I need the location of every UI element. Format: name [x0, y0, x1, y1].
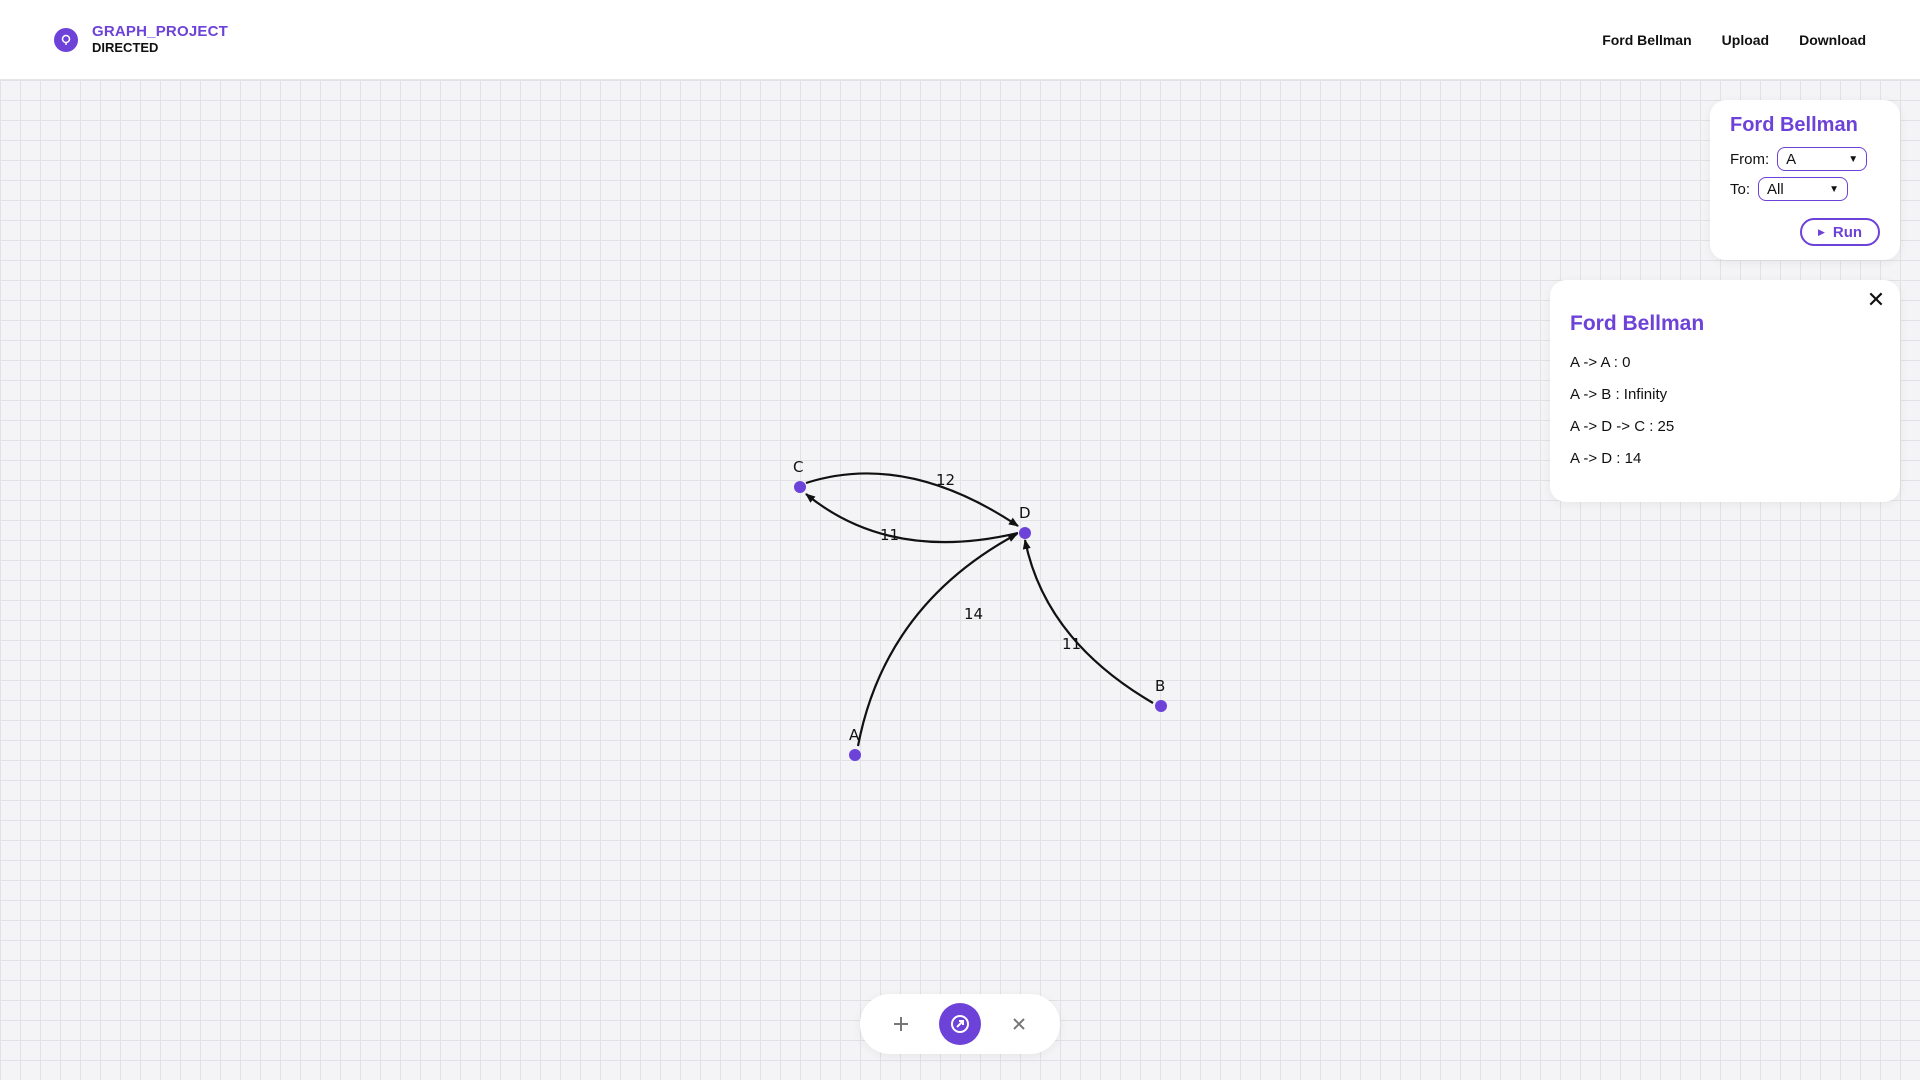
chevron-down-icon: ▼	[1829, 183, 1840, 195]
control-panel-title: Ford Bellman	[1730, 114, 1858, 136]
to-value: All	[1767, 180, 1784, 198]
from-label: From:	[1730, 150, 1770, 168]
close-icon[interactable]: ✕	[1866, 289, 1886, 311]
nav-download[interactable]: Download	[1799, 32, 1866, 48]
graph-node-b[interactable]	[1155, 700, 1167, 712]
result-panel-title: Ford Bellman	[1570, 312, 1705, 335]
to-select[interactable]: All ▼	[1758, 177, 1849, 201]
chevron-down-icon: ▼	[1848, 153, 1859, 165]
app-header: GRAPH_PROJECT DIRECTED Ford Bellman Uplo…	[0, 0, 1920, 80]
graph-canvas[interactable]: 12 11 14 11 C D A B	[0, 80, 1920, 1080]
from-select[interactable]: A ▼	[1777, 147, 1868, 171]
result-item: A -> D -> C : 25	[1570, 418, 1675, 435]
edge-weight-label: 11	[1062, 635, 1081, 653]
nav-upload[interactable]: Upload	[1722, 32, 1769, 48]
graph-node-a[interactable]	[849, 749, 861, 761]
edge-weight-label: 14	[964, 605, 983, 623]
bottom-toolbar	[860, 994, 1060, 1054]
to-row: To: All ▼	[1730, 177, 1880, 201]
arrow-icon[interactable]	[939, 1003, 981, 1045]
result-list: A -> A : 0 A -> B : Infinity A -> D -> C…	[1570, 354, 1880, 467]
result-item: A -> B : Infinity	[1570, 386, 1668, 403]
node-label: D	[1019, 504, 1031, 522]
graph-node-d[interactable]	[1019, 527, 1031, 539]
result-item: A -> A : 0	[1570, 354, 1631, 371]
ford-bellman-result-panel: ✕ Ford Bellman A -> A : 0 A -> B : Infin…	[1550, 280, 1900, 502]
to-label: To:	[1730, 180, 1751, 198]
app-title: GRAPH_PROJECT	[92, 22, 228, 40]
edge-a-d[interactable]	[856, 533, 1018, 747]
ford-bellman-control-panel: Ford Bellman From: A ▼ To: All ▼ ▶ Run	[1710, 100, 1900, 260]
edge-d-c[interactable]	[805, 493, 1019, 544]
edge-weight-label: 12	[936, 471, 955, 489]
result-item: A -> D : 14	[1570, 450, 1642, 467]
nav-ford-bellman[interactable]: Ford Bellman	[1602, 32, 1691, 48]
play-icon: ▶	[1817, 226, 1825, 237]
edge-weight-label: 11	[880, 526, 899, 544]
from-value: A	[1786, 150, 1797, 168]
top-nav: Ford Bellman Upload Download	[1602, 32, 1866, 48]
node-label: A	[849, 726, 860, 744]
graph-mode: DIRECTED	[92, 39, 159, 55]
node-label: B	[1155, 677, 1165, 695]
brand: GRAPH_PROJECT DIRECTED	[54, 22, 228, 56]
run-label: Run	[1832, 223, 1863, 241]
edge-b-d[interactable]	[1022, 539, 1154, 704]
node-label: C	[793, 458, 803, 476]
from-row: From: A ▼	[1730, 147, 1880, 171]
graph-node-c[interactable]	[794, 481, 806, 493]
edge-c-d[interactable]	[805, 472, 1019, 527]
run-button[interactable]: ▶ Run	[1800, 218, 1880, 246]
close-icon[interactable]	[998, 1003, 1040, 1045]
plus-icon[interactable]	[880, 1003, 922, 1045]
logo-icon	[54, 27, 78, 52]
